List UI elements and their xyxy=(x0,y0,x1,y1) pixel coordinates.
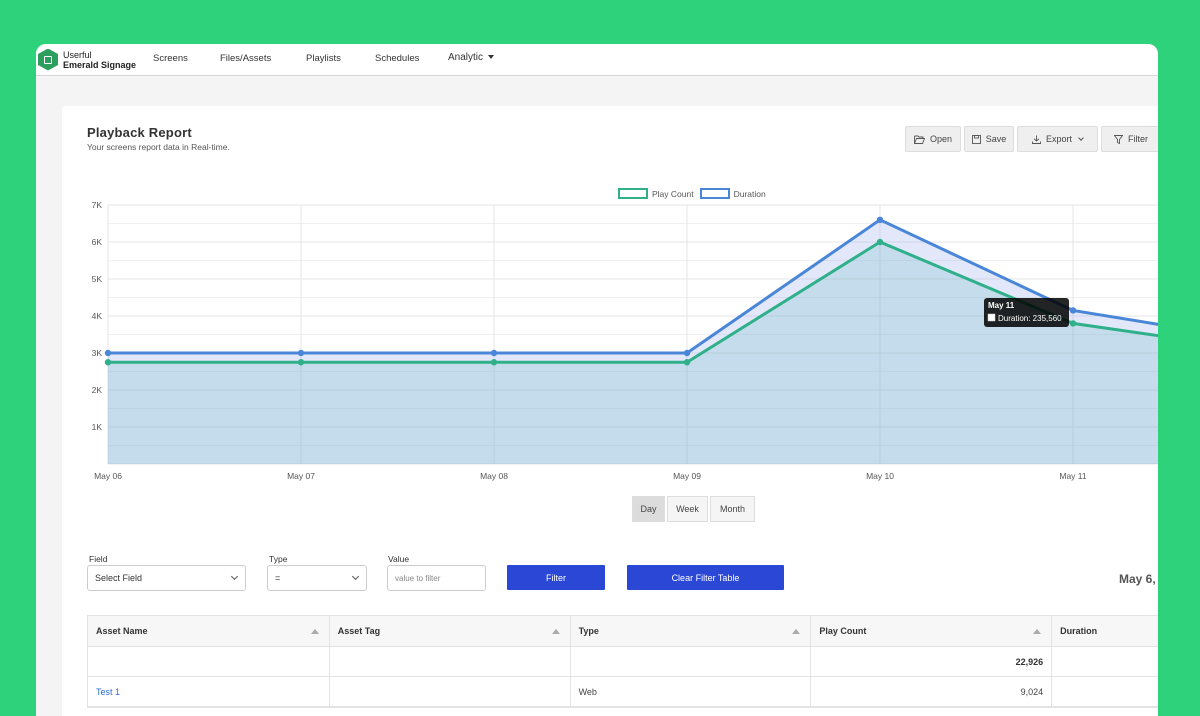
header-play-count[interactable]: Play Count xyxy=(811,616,1053,646)
header-duration[interactable]: Duration xyxy=(1052,616,1158,646)
tooltip-swatch xyxy=(987,313,996,322)
header-label: Asset Name xyxy=(96,626,148,636)
clear-filter-table-button[interactable]: Clear Filter Table xyxy=(627,565,784,590)
x-tick-label: May 07 xyxy=(287,471,315,481)
sort-up-icon[interactable] xyxy=(792,629,801,634)
data-point xyxy=(876,238,884,246)
filter-button[interactable]: Filter xyxy=(507,565,605,590)
date-range-label: May 6, xyxy=(1119,572,1156,586)
field-select-value: Select Field xyxy=(95,573,143,583)
y-tick-label: 1K xyxy=(92,422,103,432)
duration-cell xyxy=(1052,677,1158,706)
chevron-down-icon xyxy=(230,572,239,581)
table-cell xyxy=(1052,647,1158,676)
tooltip-title: May 11 xyxy=(988,301,1015,310)
table-total-row: 22,926 xyxy=(88,647,1158,677)
caret-down-icon xyxy=(488,55,495,60)
range-week-button[interactable]: Week xyxy=(667,496,708,522)
header-asset-name[interactable]: Asset Name xyxy=(88,616,330,646)
header-label: Type xyxy=(578,626,599,636)
playback-chart: 1K 2K 3K 4K 5K 6K 7K May 06 May 07 May 08 May 09 Ma… xyxy=(92,200,1158,481)
type-select[interactable]: = xyxy=(267,565,367,591)
y-tick-label: 4K xyxy=(92,311,103,321)
header-type[interactable]: Type xyxy=(571,616,812,646)
nav-schedules[interactable]: Schedules xyxy=(375,53,419,64)
nav-analytic-label: Analytic xyxy=(448,52,484,63)
data-point xyxy=(1069,307,1077,314)
header-label: Duration xyxy=(1060,626,1098,636)
play-count-cell: 9,024 xyxy=(811,677,1053,706)
nav-playlists[interactable]: Playlists xyxy=(306,53,341,64)
app-logo[interactable]: Userful Emerald Signage xyxy=(38,48,153,71)
type-select-value: = xyxy=(275,573,281,583)
sort-up-icon[interactable] xyxy=(310,629,319,634)
nav-screens[interactable]: Screens xyxy=(153,53,188,64)
value-input[interactable]: value to filter xyxy=(387,565,486,591)
y-tick-label: 2K xyxy=(92,385,103,395)
y-tick-label: 3K xyxy=(92,348,103,358)
sort-up-icon[interactable] xyxy=(1033,629,1042,634)
field-select[interactable]: Select Field xyxy=(87,565,246,591)
range-day-button[interactable]: Day xyxy=(632,496,665,522)
nav-files-assets[interactable]: Files/Assets xyxy=(220,53,271,64)
logo-hex-icon xyxy=(38,48,58,71)
range-month-button[interactable]: Month xyxy=(710,496,755,522)
data-point xyxy=(104,349,112,357)
sort-up-icon[interactable] xyxy=(551,629,560,634)
value-label: Value xyxy=(388,554,410,564)
data-point xyxy=(490,349,498,357)
report-table: Asset Name Asset Tag Type Play Count Dur… xyxy=(87,615,1158,708)
asset-name-link[interactable]: Test 1 xyxy=(88,677,330,706)
header-asset-tag[interactable]: Asset Tag xyxy=(330,616,571,646)
logo-line2: Emerald Signage xyxy=(63,59,137,70)
data-point xyxy=(490,359,498,366)
y-tick-label: 5K xyxy=(92,274,103,284)
data-point xyxy=(1069,320,1077,327)
logo-line1: Userful xyxy=(63,49,92,60)
x-tick-label: May 11 xyxy=(1059,471,1087,481)
y-tick-label: 6K xyxy=(92,237,103,247)
data-point xyxy=(876,216,884,223)
asset-tag-cell xyxy=(330,677,571,706)
table-cell xyxy=(330,647,571,676)
header-label: Play Count xyxy=(819,626,867,636)
top-navbar: Userful Emerald Signage Screens Files/As… xyxy=(36,44,1158,76)
table-cell xyxy=(88,647,330,676)
type-label: Type xyxy=(269,554,288,564)
chevron-down-icon xyxy=(351,572,360,581)
y-tick-label: 7K xyxy=(92,200,103,210)
type-cell: Web xyxy=(571,677,812,706)
field-label: Field xyxy=(89,554,108,564)
data-point xyxy=(683,359,691,366)
x-tick-label: May 09 xyxy=(673,471,701,481)
x-tick-label: May 10 xyxy=(866,471,894,481)
data-point xyxy=(297,349,305,357)
table-cell xyxy=(571,647,812,676)
data-point xyxy=(104,359,112,366)
table-row: Test 1 Web 9,024 xyxy=(88,677,1158,707)
data-point xyxy=(683,349,691,357)
tooltip-text: Duration: 235,560 xyxy=(998,314,1062,323)
report-panel: Playback Report Your screens report data… xyxy=(62,106,1158,716)
nav-analytic[interactable]: Analytic xyxy=(448,52,495,63)
x-tick-label: May 08 xyxy=(480,471,508,481)
table-header-row: Asset Name Asset Tag Type Play Count Dur… xyxy=(88,616,1158,647)
total-play-count: 22,926 xyxy=(811,647,1053,676)
data-point xyxy=(297,359,305,366)
app-window: Userful Emerald Signage Screens Files/As… xyxy=(36,44,1158,716)
x-tick-label: May 06 xyxy=(94,471,122,481)
header-label: Asset Tag xyxy=(337,626,381,636)
